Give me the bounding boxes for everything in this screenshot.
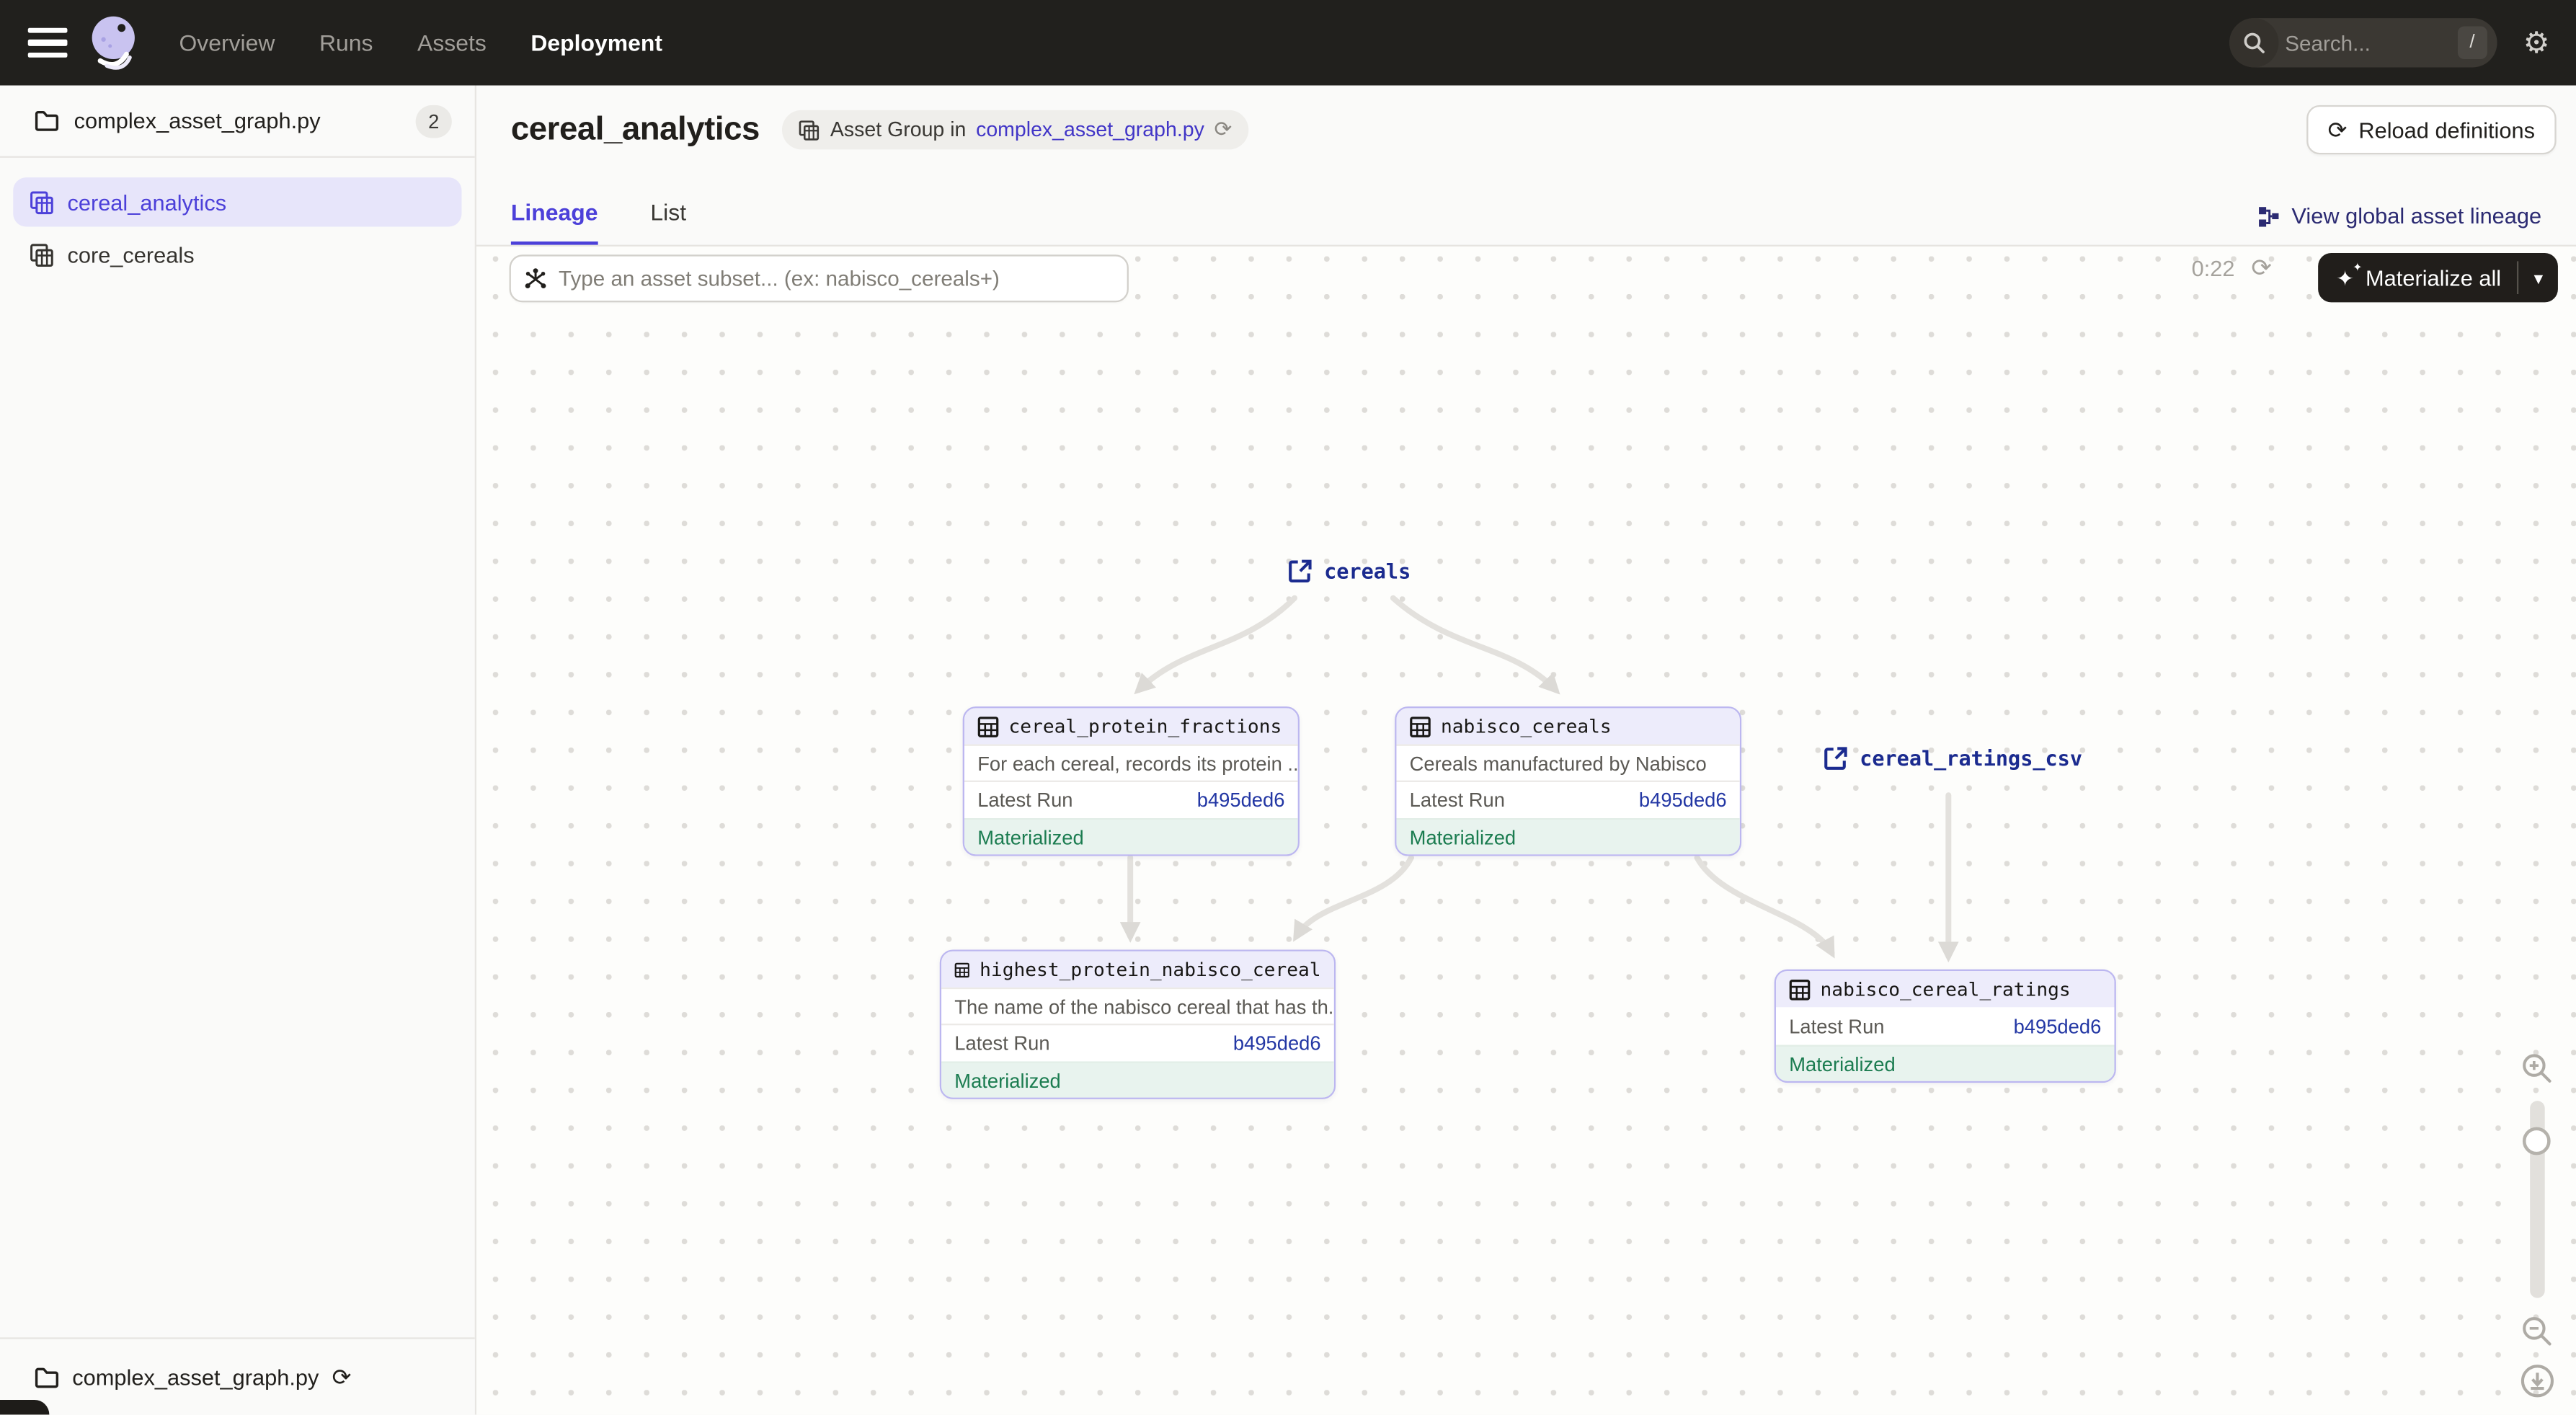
table-icon [1410, 716, 1431, 737]
lineage-graph-icon [2257, 205, 2280, 228]
latest-run-link[interactable]: b495ded6 [1197, 789, 1285, 812]
folder-icon [35, 1366, 59, 1388]
asset-name: nabisco_cereal_ratings [1821, 977, 2071, 1001]
latest-run-link[interactable]: b495ded6 [2014, 1014, 2102, 1037]
tab-lineage[interactable]: Lineage [511, 199, 598, 245]
app-window: Overview Runs Assets Deployment / ⚙ comp… [0, 0, 2576, 1415]
materialized-status-badge: Materialized [941, 1061, 1334, 1097]
reload-definitions-button[interactable]: ⟳ Reload definitions [2306, 105, 2557, 154]
reload-location-icon[interactable]: ⟳ [332, 1365, 352, 1388]
chip-code-location-link[interactable]: complex_asset_graph.py [976, 118, 1204, 141]
refresh-icon: ⟳ [2328, 118, 2348, 141]
dagster-logo[interactable] [84, 12, 146, 74]
code-location-name: complex_asset_graph.py [74, 108, 416, 133]
search-input[interactable] [2278, 30, 2457, 55]
asset-description: For each cereal, records its protein ... [964, 745, 1298, 781]
sidebar: complex_asset_graph.py 2 cereal_analytic… [0, 86, 476, 1415]
latest-run-label: Latest Run [954, 1032, 1049, 1055]
source-asset-label: cereals [1324, 559, 1411, 583]
asset-name: cereal_protein_fractions [1009, 715, 1282, 738]
source-asset-cereal-ratings-csv[interactable]: cereal_ratings_csv [1824, 746, 2082, 771]
zoom-controls [2518, 1052, 2554, 1398]
materialized-status-badge: Materialized [1396, 818, 1739, 854]
asset-group-icon [30, 242, 54, 267]
refresh-timer: 0:22 [2192, 257, 2235, 281]
external-link-icon [1288, 559, 1313, 583]
sidebar-item-label: core_cereals [67, 242, 194, 267]
source-asset-cereals[interactable]: cereals [1288, 559, 1411, 583]
sparkle-icon: ✦✦ [2336, 267, 2354, 288]
folder-icon [35, 110, 59, 132]
sidebar-item-cereal-analytics[interactable]: cereal_analytics [13, 177, 461, 226]
pane-header: cereal_analytics Asset Group in complex_… [476, 86, 2576, 247]
primary-nav: Overview Runs Assets Deployment [179, 30, 662, 56]
main-pane: cereal_analytics Asset Group in complex_… [476, 86, 2576, 1415]
materialize-all-button[interactable]: ✦✦ Materialize all ▾ [2318, 253, 2558, 302]
asset-node-highest-protein-nabisco-cereal[interactable]: highest_protein_nabisco_cereal The name … [940, 949, 1336, 1099]
external-link-icon [1824, 746, 1848, 771]
zoom-slider[interactable] [2529, 1101, 2544, 1298]
materialized-status-badge: Materialized [1776, 1045, 2115, 1081]
latest-run-link[interactable]: b495ded6 [1639, 789, 1727, 812]
nav-item-assets[interactable]: Assets [417, 30, 487, 56]
sidebar-item-label: cereal_analytics [67, 190, 226, 214]
tab-list[interactable]: List [650, 199, 686, 245]
zoom-out-icon[interactable] [2521, 1314, 2554, 1347]
page-title: cereal_analytics [511, 111, 760, 148]
source-asset-label: cereal_ratings_csv [1860, 746, 2082, 771]
refresh-icon[interactable]: ⟳ [2251, 257, 2272, 281]
nav-item-overview[interactable]: Overview [179, 30, 275, 56]
zoom-slider-handle[interactable] [2523, 1127, 2551, 1155]
latest-run-label: Latest Run [977, 789, 1072, 812]
sidebar-item-core-cereals[interactable]: core_cereals [13, 230, 461, 279]
sidebar-footer: complex_asset_graph.py ⟳ [0, 1337, 475, 1414]
zoom-in-icon[interactable] [2521, 1052, 2554, 1085]
footer-code-location-name: complex_asset_graph.py [72, 1365, 319, 1389]
asset-node-nabisco-cereals[interactable]: nabisco_cereals Cereals manufactured by … [1395, 706, 1741, 856]
asset-group-icon [799, 119, 821, 141]
search-shortcut-key: / [2458, 26, 2487, 59]
materialize-dropdown-caret[interactable]: ▾ [2519, 253, 2558, 302]
asset-description: The name of the nabisco cereal that has … [941, 988, 1334, 1024]
global-search[interactable]: / [2229, 18, 2497, 67]
chip-prefix-text: Asset Group in [830, 118, 966, 141]
asset-subset-input[interactable] [547, 266, 1114, 290]
latest-run-label: Latest Run [1789, 1014, 1884, 1037]
toast-corner [0, 1400, 49, 1415]
top-nav-bar: Overview Runs Assets Deployment / ⚙ [0, 0, 2576, 86]
table-icon [977, 716, 999, 737]
table-icon [954, 959, 969, 980]
asset-name: highest_protein_nabisco_cereal [980, 958, 1320, 981]
asset-group-icon [30, 190, 54, 214]
gear-icon[interactable]: ⚙ [2523, 28, 2550, 58]
latest-run-link[interactable]: b495ded6 [1233, 1032, 1321, 1055]
hamburger-menu-icon[interactable] [28, 28, 68, 58]
materialized-status-badge: Materialized [964, 818, 1298, 854]
latest-run-label: Latest Run [1410, 789, 1505, 812]
asset-group-chip: Asset Group in complex_asset_graph.py ⟳ [783, 110, 1248, 150]
download-image-icon[interactable] [2519, 1364, 2554, 1398]
view-global-asset-lineage-link[interactable]: View global asset lineage [2257, 204, 2542, 245]
asset-description: Cereals manufactured by Nabisco [1396, 745, 1739, 781]
search-icon [2229, 18, 2278, 67]
asset-node-cereal-protein-fractions[interactable]: cereal_protein_fractions For each cereal… [963, 706, 1300, 856]
asset-subset-filter[interactable] [510, 254, 1129, 302]
table-icon [1789, 978, 1811, 1000]
asset-name: nabisco_cereals [1441, 715, 1612, 738]
nav-item-runs[interactable]: Runs [319, 30, 373, 56]
view-tabs: Lineage List View global asset lineage [476, 174, 2576, 247]
op-selector-icon [524, 267, 547, 290]
asset-node-nabisco-cereal-ratings[interactable]: nabisco_cereal_ratings Latest Run b495de… [1775, 970, 2116, 1083]
sidebar-code-location[interactable]: complex_asset_graph.py 2 [0, 86, 475, 158]
chip-refresh-icon[interactable]: ⟳ [1214, 117, 1233, 143]
nav-item-deployment[interactable]: Deployment [530, 30, 662, 56]
asset-group-count-badge: 2 [416, 105, 452, 138]
